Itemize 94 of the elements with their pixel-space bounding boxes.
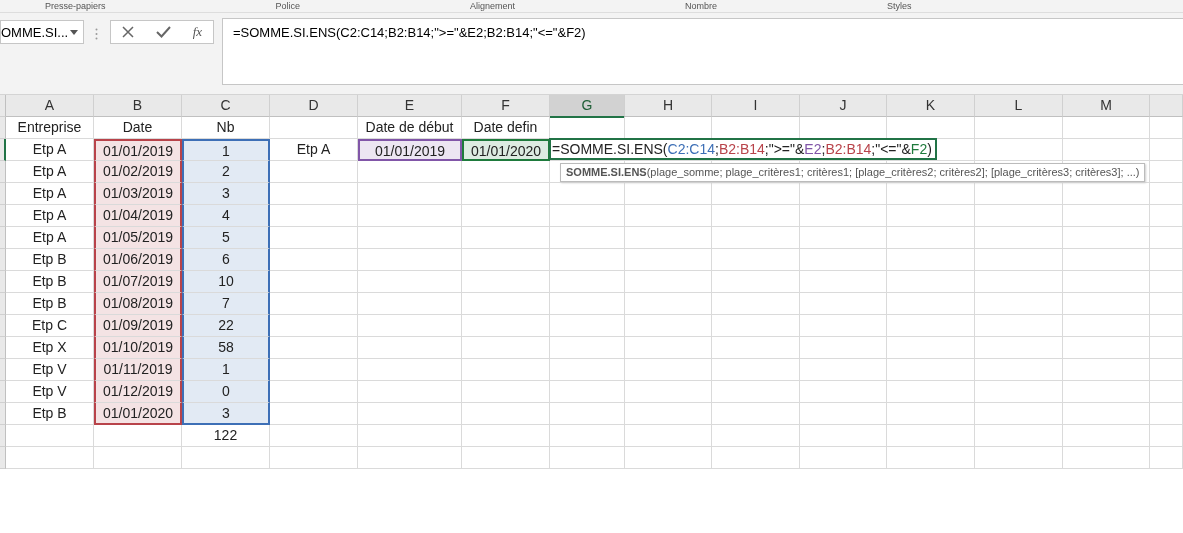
ribbon-group-label: Alignement [470,0,516,12]
empty-cell [1150,139,1183,161]
highlighted-cell: 22 [182,315,270,337]
table-cell: Etp B [6,293,94,315]
highlighted-cell: 01/01/2020 [462,139,550,161]
column-header[interactable]: C [182,95,270,117]
ribbon-group-label: Nombre [685,0,718,12]
column-header[interactable]: I [712,95,800,117]
column-header[interactable]: L [975,95,1063,117]
cell-formula[interactable]: =SOMME.SI.ENS(C2:C14;B2:B14;">="&E2;B2:B14;"<="&F2) [549,138,937,160]
empty-cell [1150,293,1183,315]
highlighted-cell: 01/01/2019 [94,139,182,161]
empty-cell [1150,227,1183,249]
drag-handle-icon[interactable] [95,28,98,40]
highlighted-cell: 01/06/2019 [94,249,182,271]
empty-cell [1150,271,1183,293]
highlighted-cell: 3 [182,403,270,425]
table-cell: 122 [182,425,270,447]
highlighted-cell: 3 [182,183,270,205]
highlighted-cell: 01/10/2019 [94,337,182,359]
row-header[interactable] [0,139,6,161]
table-cell: Etp B [6,271,94,293]
table-cell: Etp X [6,337,94,359]
highlighted-cell: 01/02/2019 [94,161,182,183]
cancel-icon[interactable] [121,26,134,38]
insert-function-button[interactable]: fx [192,24,203,40]
empty-cell [1150,249,1183,271]
table-cell: Etp A [6,139,94,161]
table-cell: Etp A [6,161,94,183]
highlighted-cell: 0 [182,381,270,403]
empty-cell [1150,447,1183,469]
table-cell: Etp A [270,139,358,161]
table-cell: Date de début [358,117,462,139]
check-icon[interactable] [155,26,171,38]
highlighted-cell: 1 [182,139,270,161]
empty-cell [1150,205,1183,227]
empty-cell [1150,359,1183,381]
table-cell: Etp B [6,249,94,271]
column-header[interactable]: K [887,95,975,117]
highlighted-cell: 01/04/2019 [94,205,182,227]
empty-cell [1150,381,1183,403]
table-cell: Entreprise [6,117,94,139]
caret-icon [70,29,78,35]
ribbon-group-label: Styles [887,0,912,12]
empty-cell [1150,337,1183,359]
column-header[interactable]: E [358,95,462,117]
empty-cell [1150,315,1183,337]
table-cell: Etp A [6,205,94,227]
highlighted-cell: 01/12/2019 [94,381,182,403]
highlighted-cell: 1 [182,359,270,381]
table-cell: Date defin [462,117,550,139]
column-header[interactable]: J [800,95,887,117]
column-header[interactable]: G [550,95,625,118]
table-cell: Nb [182,117,270,139]
ribbon-group-label: Police [275,0,301,12]
highlighted-cell: 01/07/2019 [94,271,182,293]
column-header[interactable]: M [1063,95,1150,117]
select-all-corner[interactable] [0,95,6,117]
empty-cell [1150,117,1183,139]
table-cell: Etp V [6,359,94,381]
highlighted-cell: 10 [182,271,270,293]
highlighted-cell: 58 [182,337,270,359]
highlighted-cell: 01/05/2019 [94,227,182,249]
empty-cell [1150,161,1183,183]
empty-cell [1150,403,1183,425]
highlighted-cell: 2 [182,161,270,183]
column-header[interactable]: F [462,95,550,117]
column-header[interactable]: A [6,95,94,117]
column-header[interactable]: H [625,95,712,117]
highlighted-cell: 5 [182,227,270,249]
ribbon-group-label: Presse-papiers [45,0,106,12]
highlighted-cell: 6 [182,249,270,271]
function-tooltip: SOMME.SI.ENS(plage_somme; plage_critères1; critères1; [plage_critères2; critères2]; [plage_critères3; critères3]; ...) [560,163,1146,182]
formula-input[interactable]: =SOMME.SI.ENS(C2:C14;B2:B14;">="&E2;B2:B14;"<="&F2) [222,18,1183,85]
empty-cell [1150,425,1183,447]
empty-cell [1150,183,1183,205]
table-cell: Etp V [6,381,94,403]
table-cell: Date [94,117,182,139]
column-header[interactable] [1150,95,1183,117]
name-box[interactable]: OMME.SI... [0,20,84,44]
table-cell: Etp A [6,227,94,249]
highlighted-cell: 01/09/2019 [94,315,182,337]
highlighted-cell: 01/01/2020 [94,403,182,425]
highlighted-cell: 01/08/2019 [94,293,182,315]
highlighted-cell: 01/03/2019 [94,183,182,205]
table-cell: Etp C [6,315,94,337]
column-header[interactable]: D [270,95,358,117]
highlighted-cell: 01/11/2019 [94,359,182,381]
highlighted-cell: 4 [182,205,270,227]
table-cell: Etp A [6,183,94,205]
highlighted-cell: 7 [182,293,270,315]
table-cell: Etp B [6,403,94,425]
highlighted-cell: 01/01/2019 [358,139,462,161]
column-header[interactable]: B [94,95,182,117]
